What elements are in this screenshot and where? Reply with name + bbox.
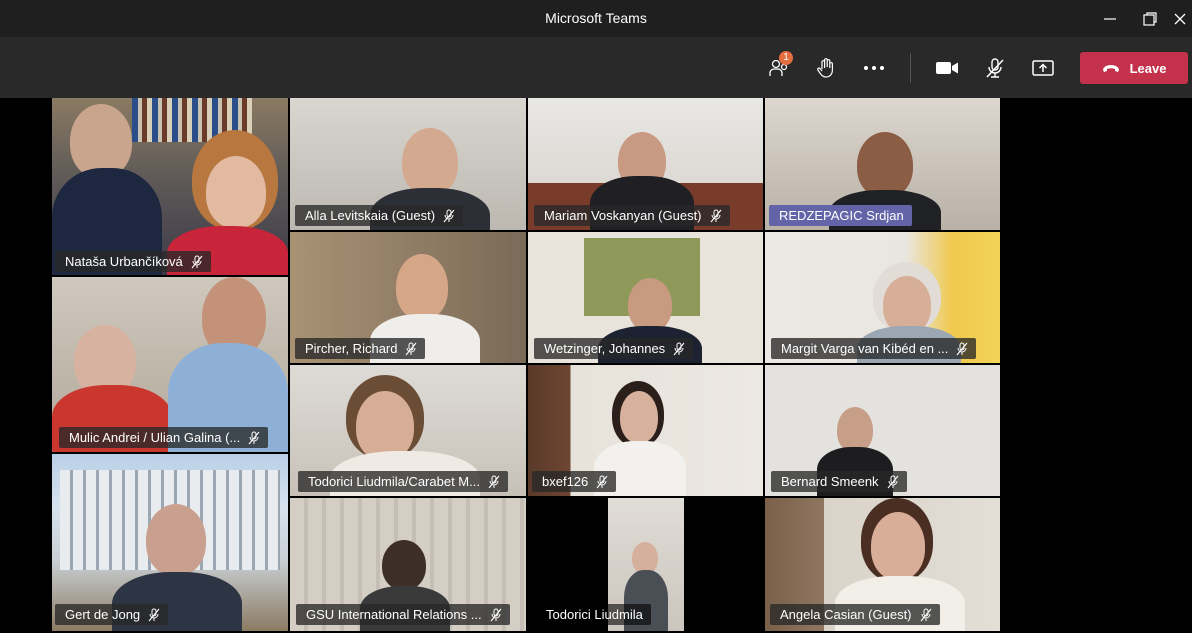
participant-name-label: Pircher, Richard (295, 338, 426, 359)
video-tile[interactable]: bxef126 (528, 365, 763, 496)
mic-muted-icon (673, 342, 685, 355)
mic-button[interactable] (981, 54, 1009, 82)
participant-name-label: Mariam Voskanyan (Guest) (534, 205, 730, 226)
participant-name-label: Bernard Smeenk (771, 471, 907, 492)
participant-name-label: Wetzinger, Johannes (534, 338, 694, 359)
camera-button[interactable] (933, 54, 961, 82)
more-icon (864, 66, 884, 70)
more-actions-button[interactable] (860, 54, 888, 82)
mic-muted-icon (488, 475, 500, 488)
participant-name-label: REDZEPAGIC Srdjan (769, 205, 912, 226)
mic-muted-icon (920, 608, 931, 621)
video-tile[interactable]: Margit Varga van Kibéd en ... (765, 232, 1000, 363)
video-tile[interactable]: Todorici Liudmila (528, 498, 763, 631)
video-tile[interactable]: Wetzinger, Johannes (528, 232, 763, 363)
mic-muted-icon (191, 255, 203, 268)
participant-name-label: Gert de Jong (55, 604, 169, 625)
video-tile[interactable]: Mariam Voskanyan (Guest) (528, 98, 763, 230)
participants-button[interactable]: 1 (765, 51, 793, 82)
hang-up-icon (1102, 65, 1119, 72)
participant-name-label: Angela Casian (Guest) (770, 604, 940, 625)
participant-name-label: Todorici Liudmila (536, 604, 651, 625)
video-grid: Nataša Urbančíková Alla Levitskaia (Gues… (52, 98, 1000, 633)
raise-hand-icon (817, 58, 833, 78)
participants-count-badge: 1 (779, 51, 793, 65)
share-screen-button[interactable] (1029, 54, 1057, 82)
meeting-toolbar: 1 Leave (0, 37, 1192, 98)
window-title: Microsoft Teams (545, 10, 647, 26)
leave-label: Leave (1129, 60, 1167, 76)
participant-name-label: Todorici Liudmila/Carabet M... (298, 471, 508, 492)
mic-muted-icon (986, 58, 1004, 78)
video-tile[interactable]: Bernard Smeenk (765, 365, 1000, 496)
video-tile[interactable]: GSU International Relations ... (290, 498, 526, 631)
video-tile[interactable]: REDZEPAGIC Srdjan (765, 98, 1000, 230)
video-tile[interactable]: Gert de Jong (52, 454, 288, 631)
mic-muted-icon (443, 209, 455, 222)
mic-muted-icon (248, 431, 260, 444)
participant-name-label: Alla Levitskaia (Guest) (295, 205, 464, 226)
mic-muted-icon (956, 342, 968, 355)
video-tile[interactable]: Todorici Liudmila/Carabet M... (290, 365, 526, 496)
video-tile[interactable]: Nataša Urbančíková (52, 98, 288, 275)
participant-name-label: Nataša Urbančíková (55, 251, 211, 272)
title-bar: Microsoft Teams (0, 0, 1192, 37)
raise-hand-button[interactable] (812, 54, 840, 82)
mic-muted-icon (148, 608, 160, 621)
restore-icon[interactable] (1130, 0, 1170, 37)
mic-muted-icon (887, 475, 898, 488)
minimize-icon[interactable] (1090, 0, 1130, 37)
camera-icon (936, 62, 958, 74)
video-tile[interactable]: Mulic Andrei / Ulian Galina (... (52, 277, 288, 452)
close-icon[interactable] (1168, 0, 1192, 37)
participant-name-label: Margit Varga van Kibéd en ... (771, 338, 977, 359)
share-screen-icon (1032, 60, 1054, 76)
video-tile[interactable]: Alla Levitskaia (Guest) (290, 98, 526, 230)
participant-name-label: bxef126 (532, 471, 617, 492)
mic-muted-icon (596, 475, 608, 488)
toolbar-divider (910, 53, 911, 83)
video-tile[interactable]: Pircher, Richard (290, 232, 526, 363)
participant-name-label: GSU International Relations ... (296, 604, 510, 625)
participant-name-label: Mulic Andrei / Ulian Galina (... (59, 427, 269, 448)
video-tile[interactable]: Angela Casian (Guest) (765, 498, 1000, 631)
mic-muted-icon (490, 608, 502, 621)
mic-muted-icon (406, 342, 417, 355)
mic-muted-icon (710, 209, 721, 222)
leave-button[interactable]: Leave (1080, 52, 1188, 84)
